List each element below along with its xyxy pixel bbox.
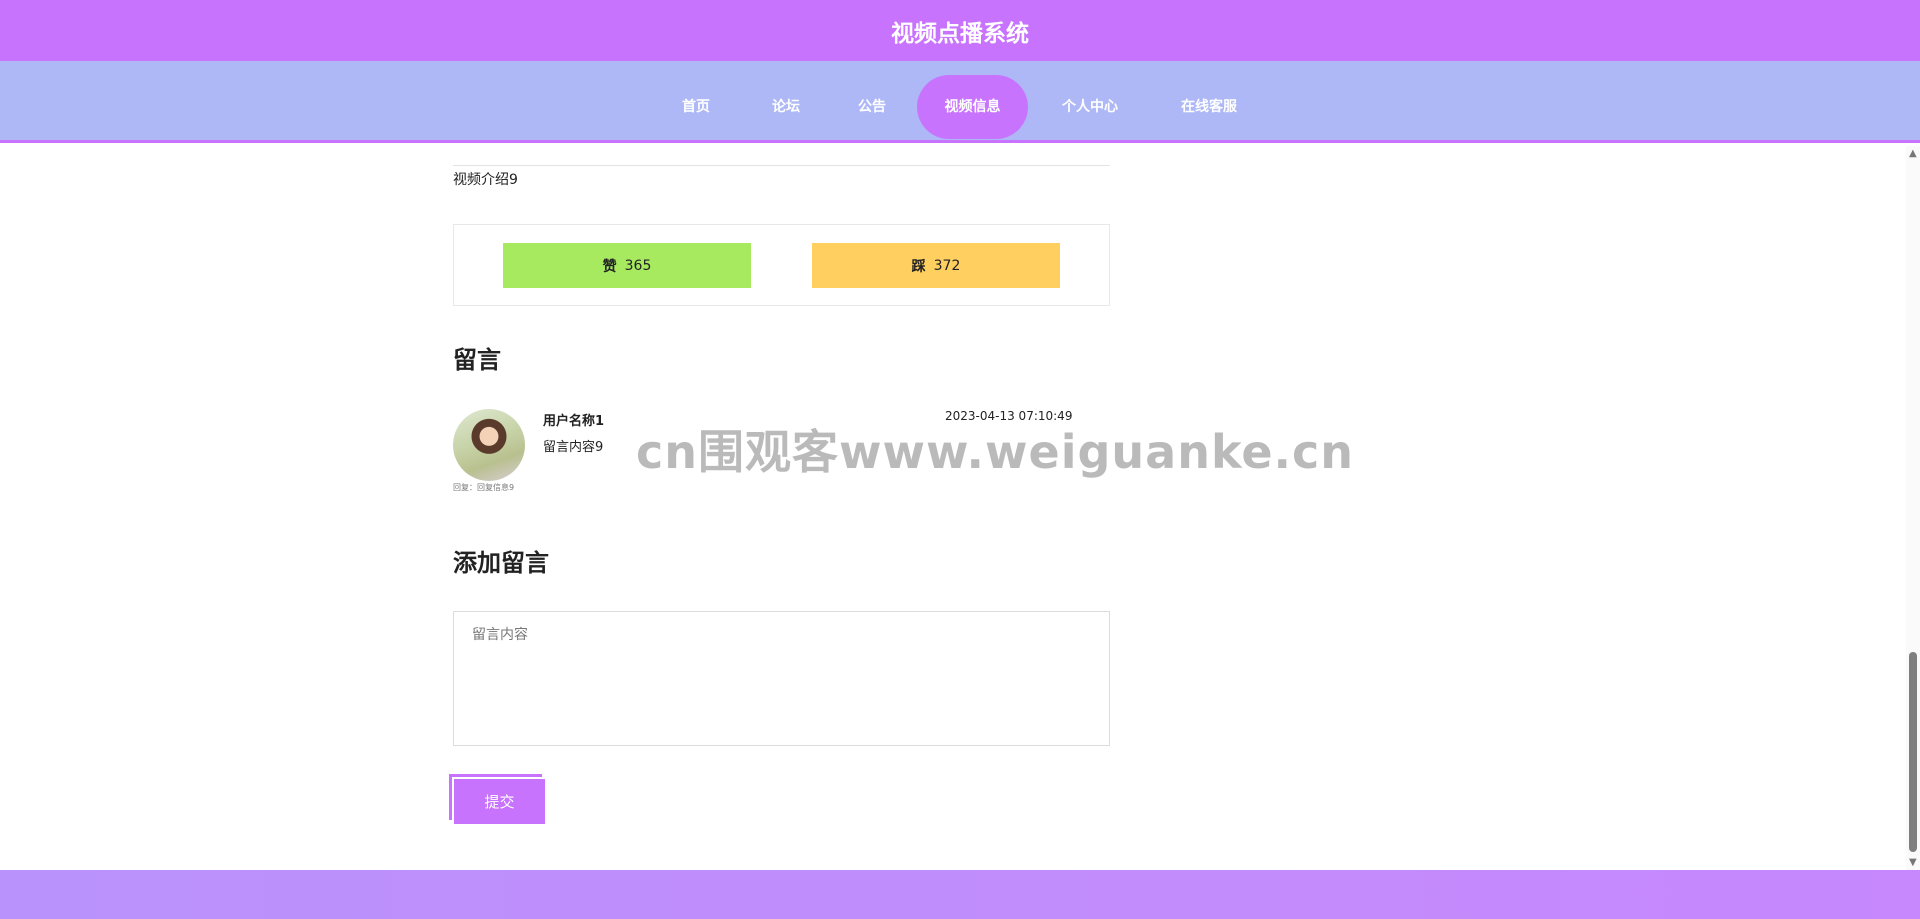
- site-header: 视频点播系统: [0, 0, 1920, 61]
- video-intro: 视频介绍9: [453, 172, 518, 188]
- watermark: cn围观客www.weiguanke.cn: [636, 425, 1355, 479]
- main-nav: 首页 论坛 公告 视频信息 个人中心 在线客服: [0, 61, 1920, 143]
- submit-button-wrapper: 提交: [449, 774, 545, 824]
- nav-home[interactable]: 首页: [660, 75, 732, 139]
- divider: [453, 165, 1110, 166]
- comment-reply: 回复：回复信息9: [453, 483, 515, 492]
- page-scrollbar[interactable]: ▲ ▼: [1906, 146, 1920, 870]
- nav-video-info[interactable]: 视频信息: [917, 75, 1028, 139]
- dislike-button[interactable]: 踩 372: [812, 243, 1060, 288]
- nav-forum[interactable]: 论坛: [750, 75, 822, 139]
- scroll-thumb[interactable]: [1909, 652, 1917, 852]
- comment-input[interactable]: [453, 611, 1110, 746]
- site-title: 视频点播系统: [891, 20, 1029, 47]
- main-content: 视频介绍9 赞 365 踩 372 留言 用户名称1 留言内容9 2023-04…: [0, 146, 1906, 870]
- nav-personal-center[interactable]: 个人中心: [1050, 75, 1130, 139]
- page-footer: [0, 870, 1920, 919]
- dislike-count: 372: [933, 257, 961, 274]
- comment-username: 用户名称1: [543, 414, 605, 429]
- like-count: 365: [624, 257, 652, 274]
- nav-online-service[interactable]: 在线客服: [1168, 75, 1250, 139]
- add-comment-title: 添加留言: [453, 549, 549, 577]
- like-button[interactable]: 赞 365: [503, 243, 751, 288]
- vote-panel: 赞 365 踩 372: [453, 224, 1110, 306]
- nav-notice[interactable]: 公告: [836, 75, 908, 139]
- scroll-up-icon[interactable]: ▲: [1909, 148, 1917, 159]
- comments-title: 留言: [453, 346, 501, 374]
- comment-content: 留言内容9: [543, 440, 604, 455]
- dislike-label: 踩: [911, 258, 926, 275]
- like-label: 赞: [602, 258, 617, 275]
- submit-button[interactable]: 提交: [454, 779, 545, 824]
- avatar: [453, 409, 525, 481]
- scroll-down-icon[interactable]: ▼: [1909, 857, 1917, 868]
